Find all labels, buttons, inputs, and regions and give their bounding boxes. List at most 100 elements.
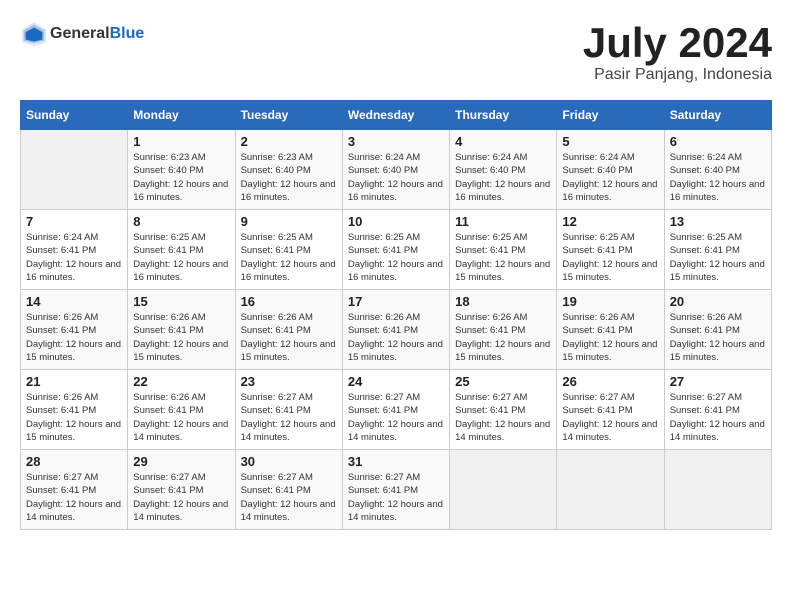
- day-info: Sunrise: 6:27 AMSunset: 6:41 PMDaylight:…: [241, 391, 337, 444]
- day-number: 26: [562, 374, 658, 389]
- day-info: Sunrise: 6:27 AMSunset: 6:41 PMDaylight:…: [348, 471, 444, 524]
- day-number: 27: [670, 374, 766, 389]
- title-section: July 2024 Pasir Panjang, Indonesia: [583, 20, 772, 84]
- week-row-5: 28 Sunrise: 6:27 AMSunset: 6:41 PMDayligh…: [21, 450, 772, 530]
- calendar-cell: 13 Sunrise: 6:25 AMSunset: 6:41 PMDayligh…: [664, 210, 771, 290]
- day-number: 13: [670, 214, 766, 229]
- day-info: Sunrise: 6:26 AMSunset: 6:41 PMDaylight:…: [670, 311, 766, 364]
- day-info: Sunrise: 6:27 AMSunset: 6:41 PMDaylight:…: [26, 471, 122, 524]
- weekday-header-thursday: Thursday: [450, 101, 557, 130]
- calendar-cell: 25Sunrise: 6:27 AMSunset: 6:41 PMDayligh…: [450, 370, 557, 450]
- day-info: Sunrise: 6:26 AMSunset: 6:41 PMDaylight:…: [348, 311, 444, 364]
- calendar-cell: 27 Sunrise: 6:27 AMSunset: 6:41 PMDayligh…: [664, 370, 771, 450]
- calendar-cell: 16 Sunrise: 6:26 AMSunset: 6:41 PMDayligh…: [235, 290, 342, 370]
- calendar-cell: 28 Sunrise: 6:27 AMSunset: 6:41 PMDayligh…: [21, 450, 128, 530]
- day-number: 25: [455, 374, 551, 389]
- calendar-cell: 10 Sunrise: 6:25 AMSunset: 6:41 PMDayligh…: [342, 210, 449, 290]
- day-info: Sunrise: 6:27 AMSunset: 6:41 PMDaylight:…: [348, 391, 444, 444]
- day-number: 15: [133, 294, 229, 309]
- calendar-cell: 7Sunrise: 6:24 AMSunset: 6:41 PMDaylight…: [21, 210, 128, 290]
- day-info: Sunrise: 6:24 AMSunset: 6:40 PMDaylight:…: [455, 151, 551, 204]
- calendar-cell: 30 Sunrise: 6:27 AMSunset: 6:41 PMDayligh…: [235, 450, 342, 530]
- calendar-cell: [21, 130, 128, 210]
- day-info: Sunrise: 6:23 AMSunset: 6:40 PMDaylight:…: [133, 151, 229, 204]
- calendar-cell: 31 Sunrise: 6:27 AMSunset: 6:41 PMDayligh…: [342, 450, 449, 530]
- day-number: 30: [241, 454, 337, 469]
- calendar-cell: 19Sunrise: 6:26 AMSunset: 6:41 PMDayligh…: [557, 290, 664, 370]
- day-info: Sunrise: 6:24 AMSunset: 6:40 PMDaylight:…: [670, 151, 766, 204]
- day-info: Sunrise: 6:27 AMSunset: 6:41 PMDaylight:…: [562, 391, 658, 444]
- day-info: Sunrise: 6:25 AMSunset: 6:41 PMDaylight:…: [348, 231, 444, 284]
- calendar-cell: 15 Sunrise: 6:26 AMSunset: 6:41 PMDayligh…: [128, 290, 235, 370]
- weekday-header-tuesday: Tuesday: [235, 101, 342, 130]
- calendar-cell: 26 Sunrise: 6:27 AMSunset: 6:41 PMDayligh…: [557, 370, 664, 450]
- calendar-cell: 3Sunrise: 6:24 AMSunset: 6:40 PMDaylight…: [342, 130, 449, 210]
- calendar-cell: 14 Sunrise: 6:26 AMSunset: 6:41 PMDayligh…: [21, 290, 128, 370]
- day-number: 9: [241, 214, 337, 229]
- week-row-2: 7Sunrise: 6:24 AMSunset: 6:41 PMDaylight…: [21, 210, 772, 290]
- weekday-header-row: SundayMondayTuesdayWednesdayThursdayFrid…: [21, 101, 772, 130]
- day-number: 11: [455, 214, 551, 229]
- calendar-cell: 6 Sunrise: 6:24 AMSunset: 6:40 PMDaylight…: [664, 130, 771, 210]
- day-number: 4: [455, 134, 551, 149]
- day-number: 2: [241, 134, 337, 149]
- day-info: Sunrise: 6:27 AMSunset: 6:41 PMDaylight:…: [670, 391, 766, 444]
- day-number: 20: [670, 294, 766, 309]
- day-number: 17: [348, 294, 444, 309]
- day-info: Sunrise: 6:26 AMSunset: 6:41 PMDaylight:…: [133, 311, 229, 364]
- calendar-cell: 1 Sunrise: 6:23 AMSunset: 6:40 PMDaylight…: [128, 130, 235, 210]
- calendar-cell: [664, 450, 771, 530]
- day-info: Sunrise: 6:26 AMSunset: 6:41 PMDaylight:…: [26, 311, 122, 364]
- day-info: Sunrise: 6:25 AMSunset: 6:41 PMDaylight:…: [455, 231, 551, 284]
- calendar-cell: 29Sunrise: 6:27 AMSunset: 6:41 PMDayligh…: [128, 450, 235, 530]
- day-number: 1: [133, 134, 229, 149]
- day-info: Sunrise: 6:26 AMSunset: 6:41 PMDaylight:…: [455, 311, 551, 364]
- day-number: 19: [562, 294, 658, 309]
- calendar-cell: [450, 450, 557, 530]
- day-number: 10: [348, 214, 444, 229]
- calendar-cell: 24 Sunrise: 6:27 AMSunset: 6:41 PMDayligh…: [342, 370, 449, 450]
- calendar-cell: 23 Sunrise: 6:27 AMSunset: 6:41 PMDayligh…: [235, 370, 342, 450]
- calendar-cell: 12Sunrise: 6:25 AMSunset: 6:41 PMDayligh…: [557, 210, 664, 290]
- calendar-cell: 9 Sunrise: 6:25 AMSunset: 6:41 PMDaylight…: [235, 210, 342, 290]
- day-info: Sunrise: 6:26 AMSunset: 6:41 PMDaylight:…: [133, 391, 229, 444]
- calendar-cell: 18 Sunrise: 6:26 AMSunset: 6:41 PMDayligh…: [450, 290, 557, 370]
- day-info: Sunrise: 6:25 AMSunset: 6:41 PMDaylight:…: [133, 231, 229, 284]
- calendar-cell: 2 Sunrise: 6:23 AMSunset: 6:40 PMDaylight…: [235, 130, 342, 210]
- day-info: Sunrise: 6:24 AMSunset: 6:41 PMDaylight:…: [26, 231, 122, 284]
- month-title: July 2024: [583, 20, 772, 66]
- day-number: 6: [670, 134, 766, 149]
- week-row-4: 21 Sunrise: 6:26 AMSunset: 6:41 PMDayligh…: [21, 370, 772, 450]
- day-number: 24: [348, 374, 444, 389]
- calendar-cell: 20 Sunrise: 6:26 AMSunset: 6:41 PMDayligh…: [664, 290, 771, 370]
- weekday-header-friday: Friday: [557, 101, 664, 130]
- day-number: 16: [241, 294, 337, 309]
- day-info: Sunrise: 6:25 AMSunset: 6:41 PMDaylight:…: [241, 231, 337, 284]
- day-info: Sunrise: 6:27 AMSunset: 6:41 PMDaylight:…: [133, 471, 229, 524]
- day-number: 18: [455, 294, 551, 309]
- day-number: 14: [26, 294, 122, 309]
- calendar-cell: 21Sunrise: 6:26 AMSunset: 6:41 PMDayligh…: [21, 370, 128, 450]
- day-info: Sunrise: 6:23 AMSunset: 6:40 PMDaylight:…: [241, 151, 337, 204]
- day-number: 21: [26, 374, 122, 389]
- calendar-cell: 11 Sunrise: 6:25 AMSunset: 6:41 PMDayligh…: [450, 210, 557, 290]
- day-info: Sunrise: 6:27 AMSunset: 6:41 PMDaylight:…: [241, 471, 337, 524]
- calendar-table: SundayMondayTuesdayWednesdayThursdayFrid…: [20, 100, 772, 530]
- day-info: Sunrise: 6:25 AMSunset: 6:41 PMDaylight:…: [670, 231, 766, 284]
- day-number: 31: [348, 454, 444, 469]
- calendar-cell: 22 Sunrise: 6:26 AMSunset: 6:41 PMDayligh…: [128, 370, 235, 450]
- day-number: 22: [133, 374, 229, 389]
- calendar-cell: [557, 450, 664, 530]
- week-row-3: 14 Sunrise: 6:26 AMSunset: 6:41 PMDayligh…: [21, 290, 772, 370]
- day-number: 23: [241, 374, 337, 389]
- location-title: Pasir Panjang, Indonesia: [583, 66, 772, 84]
- weekday-header-monday: Monday: [128, 101, 235, 130]
- weekday-header-saturday: Saturday: [664, 101, 771, 130]
- day-number: 8: [133, 214, 229, 229]
- day-number: 28: [26, 454, 122, 469]
- day-info: Sunrise: 6:26 AMSunset: 6:41 PMDaylight:…: [241, 311, 337, 364]
- calendar-cell: 17 Sunrise: 6:26 AMSunset: 6:41 PMDayligh…: [342, 290, 449, 370]
- week-row-1: 1 Sunrise: 6:23 AMSunset: 6:40 PMDaylight…: [21, 130, 772, 210]
- calendar-cell: 4 Sunrise: 6:24 AMSunset: 6:40 PMDaylight…: [450, 130, 557, 210]
- logo-icon: [20, 20, 48, 48]
